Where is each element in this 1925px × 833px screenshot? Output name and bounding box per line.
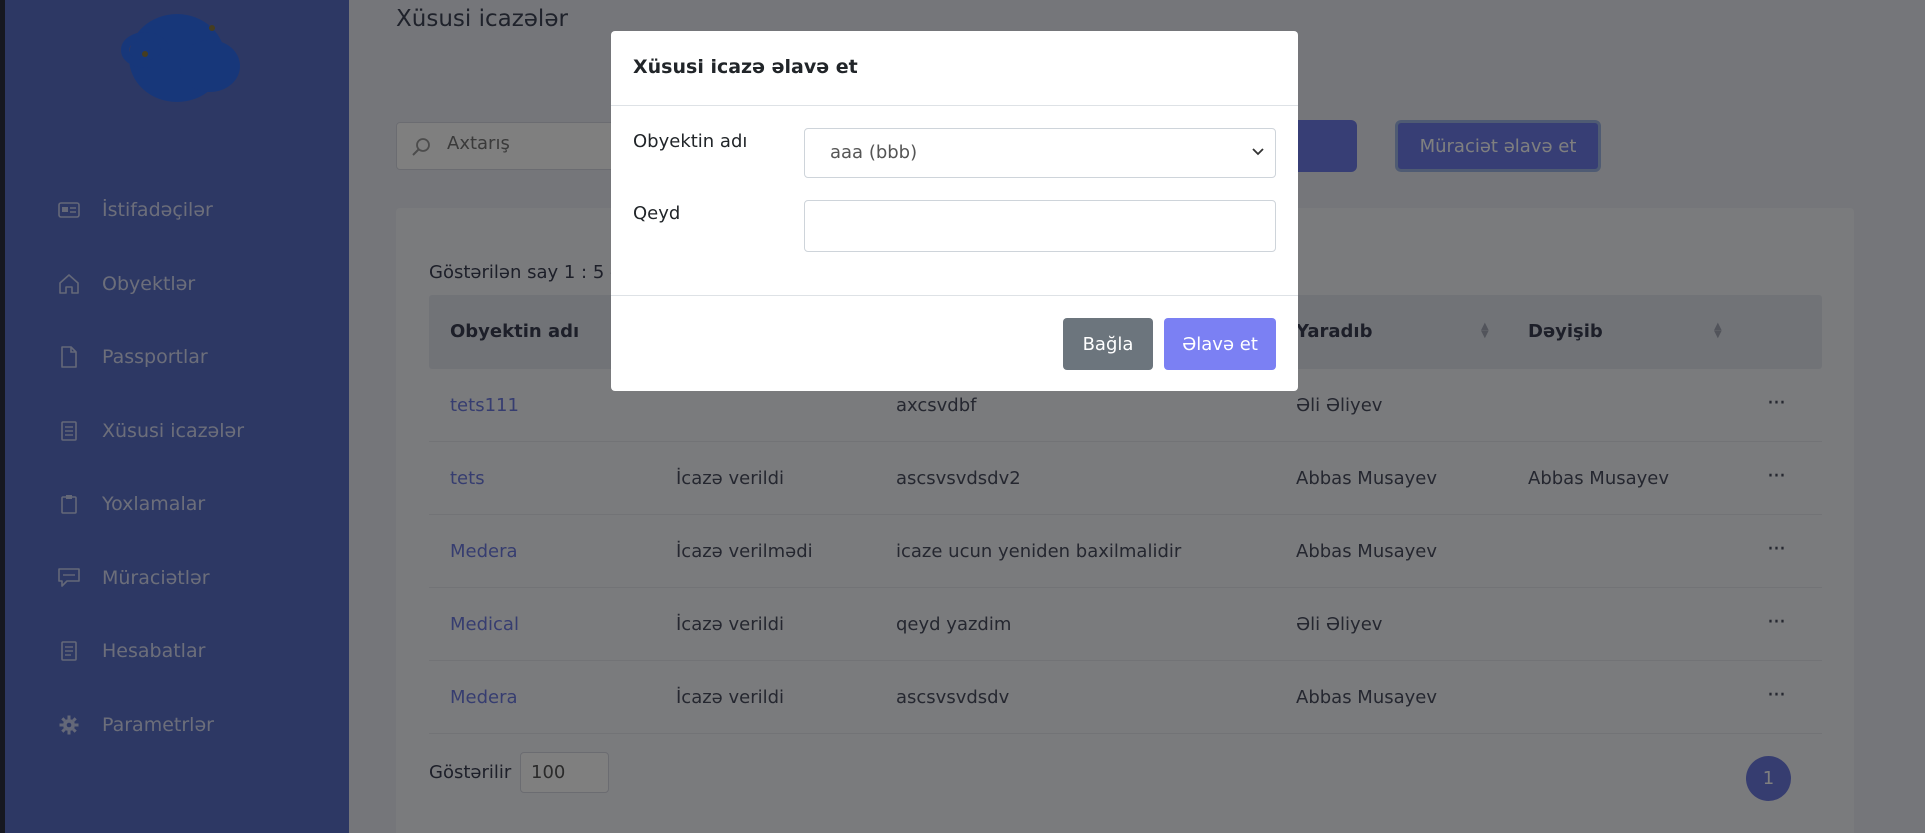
object-name-label: Obyektin adı [633,131,748,152]
modal-header: Xüsusi icazə əlavə et [611,31,1298,106]
close-button[interactable]: Bağla [1063,318,1153,370]
chevron-down-icon [1251,143,1265,162]
modal-title: Xüsusi icazə əlavə et [633,56,858,78]
add-button[interactable]: Əlavə et [1164,318,1276,370]
note-label: Qeyd [633,203,681,224]
add-permit-modal: Xüsusi icazə əlavə et Obyektin adı aaa (… [611,31,1298,391]
note-input[interactable] [804,200,1276,252]
object-name-select[interactable]: aaa (bbb) [804,128,1276,178]
object-name-selected-value: aaa (bbb) [830,142,918,163]
modal-footer: Bağla Əlavə et [611,295,1298,391]
